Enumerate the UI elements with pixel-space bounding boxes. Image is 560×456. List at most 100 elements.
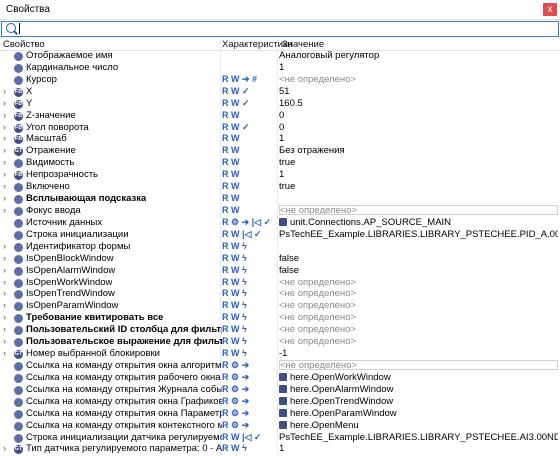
property-value[interactable]: <не определено> [279, 300, 558, 312]
property-value[interactable]: 0 [279, 110, 558, 122]
property-row[interactable]: Ссылка на команду открытия контекстного … [0, 420, 560, 432]
property-row[interactable]: › FB Y R W ✓ 160.5 [0, 98, 560, 110]
property-value[interactable]: 1 [279, 169, 558, 181]
property-row[interactable]: › GT Тип датчика регулируемого параметра: … [0, 443, 560, 455]
property-row[interactable]: Ссылка на команду открытия рабочего окна… [0, 372, 560, 384]
property-value[interactable]: <не определено> [279, 74, 558, 86]
expand-chevron-icon[interactable]: › [3, 98, 11, 110]
property-type-icon [14, 242, 23, 252]
property-row[interactable]: › Пользовательское выражение для фильтра R… [0, 336, 560, 348]
property-row[interactable]: Источник данных R ⚙ ➔ |◁ ✓ unit.Connection… [0, 217, 560, 229]
property-row[interactable]: › IsOpenTrendWindow R W ϟ <не определено> [0, 288, 560, 300]
property-row[interactable]: › Требование квитировать все R W ϟ <не опре… [0, 312, 560, 324]
property-value[interactable]: 160.5 [279, 98, 558, 110]
property-value[interactable]: 1 [279, 443, 558, 455]
property-row[interactable]: › FB Z-значение R W 0 [0, 110, 560, 122]
property-value[interactable]: 1 [279, 62, 558, 74]
property-row[interactable]: › Идентификатор формы R W ϟ [0, 241, 560, 253]
property-row[interactable]: Ссылка на команду открытия Журнала событ… [0, 384, 560, 396]
property-value[interactable]: 0 [279, 122, 558, 134]
link-icon [279, 217, 287, 226]
property-row[interactable]: › GT Номер выбранной блокировки R W ϟ -1 [0, 348, 560, 360]
close-button[interactable]: x [543, 3, 557, 16]
property-row[interactable]: Строка инициализации R W |◁ ✓ PsTechEE_Exa… [0, 229, 560, 241]
property-characteristics: R W ϟ [222, 264, 247, 275]
property-row[interactable]: › IsOpenBlockWindow R W ϟ false [0, 253, 560, 265]
property-row[interactable]: › FB Угол поворота R W ✓ 0 [0, 122, 560, 134]
property-row[interactable]: › FB Масштаб R W 1 [0, 133, 560, 145]
expand-chevron-icon[interactable]: › [3, 288, 11, 300]
property-row[interactable]: Ссылка на команду открытия окна алгоритм… [0, 359, 560, 372]
expand-chevron-icon[interactable]: › [3, 300, 11, 312]
property-characteristics: R ⚙ ➔ [222, 407, 250, 418]
property-value[interactable]: -1 [279, 348, 558, 360]
property-row[interactable]: Курсор R W ➔ # <не определено> [0, 74, 560, 86]
property-row[interactable]: › FB X R W ✓ 51 [0, 86, 560, 98]
property-value[interactable]: <не определено> [279, 277, 558, 289]
expand-chevron-icon[interactable]: › [3, 277, 11, 289]
property-value[interactable]: <не определено> [279, 312, 558, 324]
search-input[interactable] [1, 21, 559, 37]
expand-chevron-icon[interactable]: › [3, 265, 11, 277]
column-header-property[interactable]: Свойство [3, 39, 45, 50]
expand-chevron-icon[interactable]: › [3, 145, 11, 157]
property-row[interactable]: › Включено R W true [0, 181, 560, 193]
property-value[interactable]: false [279, 253, 558, 265]
property-row[interactable]: › IsOpenWorkWindow R W ϟ <не определено> [0, 277, 560, 289]
property-value[interactable]: <не определено> [279, 359, 558, 370]
property-row[interactable]: › FB Непрозрачность R W 1 [0, 169, 560, 181]
property-row[interactable]: › Всплывающая подсказка R W [0, 193, 560, 205]
property-value[interactable]: <не определено> [279, 204, 558, 215]
property-value[interactable]: unit.Connections.AP_SOURCE_MAIN [279, 217, 558, 229]
property-value[interactable]: <не определено> [279, 336, 558, 348]
property-value[interactable]: here.OpenAlarmWindow [279, 384, 558, 396]
property-value[interactable]: PsTechEE_Example.LIBRARIES.LIBRARY_PSTEC… [279, 229, 558, 241]
expand-chevron-icon[interactable]: › [3, 110, 11, 122]
property-value[interactable]: 51 [279, 86, 558, 98]
property-row[interactable]: Отображаемое имя Аналоговый регулятор [0, 50, 560, 62]
property-value[interactable]: 1 [279, 133, 558, 145]
property-row[interactable]: Ссылка на команду открытия окна Параметр… [0, 408, 560, 420]
expand-chevron-icon[interactable]: › [3, 348, 11, 360]
expand-chevron-icon[interactable]: › [3, 157, 11, 169]
property-value[interactable]: Без отражения [279, 145, 558, 157]
property-value[interactable]: <не определено> [279, 324, 558, 336]
expand-chevron-icon[interactable]: › [3, 241, 11, 253]
expand-chevron-icon[interactable]: › [3, 169, 11, 181]
expand-chevron-icon[interactable]: › [3, 253, 11, 265]
property-name: Y [26, 97, 33, 109]
property-value[interactable]: here.OpenParamWindow [279, 408, 558, 420]
property-row[interactable]: Ссылка на команду открытия окна Графиков… [0, 396, 560, 408]
property-value[interactable]: here.OpenWorkWindow [279, 372, 558, 384]
expand-chevron-icon[interactable]: › [3, 336, 11, 348]
property-value[interactable]: here.OpenMenu [279, 420, 558, 432]
expand-chevron-icon[interactable]: › [3, 312, 11, 324]
expand-chevron-icon[interactable]: › [3, 181, 11, 193]
property-value[interactable]: true [279, 181, 558, 193]
expand-chevron-icon[interactable]: › [3, 122, 11, 134]
property-name: Источник данных [26, 216, 103, 228]
expand-chevron-icon[interactable]: › [3, 205, 11, 217]
property-value[interactable]: true [279, 157, 558, 169]
expand-chevron-icon[interactable]: › [3, 193, 11, 205]
property-row[interactable]: › GT Отражение R W Без отражения [0, 145, 560, 157]
expand-chevron-icon[interactable]: › [3, 443, 11, 455]
property-row[interactable]: Строка инициализации датчика регулируемо… [0, 432, 560, 444]
property-value-text: here.OpenParamWindow [290, 407, 397, 419]
expand-chevron-icon[interactable]: › [3, 324, 11, 336]
property-value[interactable]: PsTechEE_Example.LIBRARIES.LIBRARY_PSTEC… [279, 432, 558, 444]
property-value[interactable]: <не определено> [279, 288, 558, 300]
property-row[interactable]: › Видимость R W true [0, 157, 560, 169]
property-row[interactable]: Кардинальное число 1 [0, 62, 560, 74]
property-row[interactable]: › Пользовательский ID столбца для фильтра… [0, 324, 560, 336]
expand-chevron-icon[interactable]: › [3, 86, 11, 98]
property-row[interactable]: › IsOpenParamWindow R W ϟ <не определено> [0, 300, 560, 312]
property-value[interactable]: false [279, 265, 558, 277]
expand-chevron-icon[interactable]: › [3, 133, 11, 145]
column-header-value[interactable]: Значение [282, 39, 324, 50]
property-name: Фокус ввода [26, 204, 81, 216]
property-value[interactable]: Аналоговый регулятор [279, 50, 558, 62]
property-row[interactable]: › IsOpenAlarmWindow R W ϟ false [0, 265, 560, 277]
property-row[interactable]: › Фокус ввода R W <не определено> [0, 204, 560, 217]
property-value[interactable]: here.OpenTrendWindow [279, 396, 558, 408]
